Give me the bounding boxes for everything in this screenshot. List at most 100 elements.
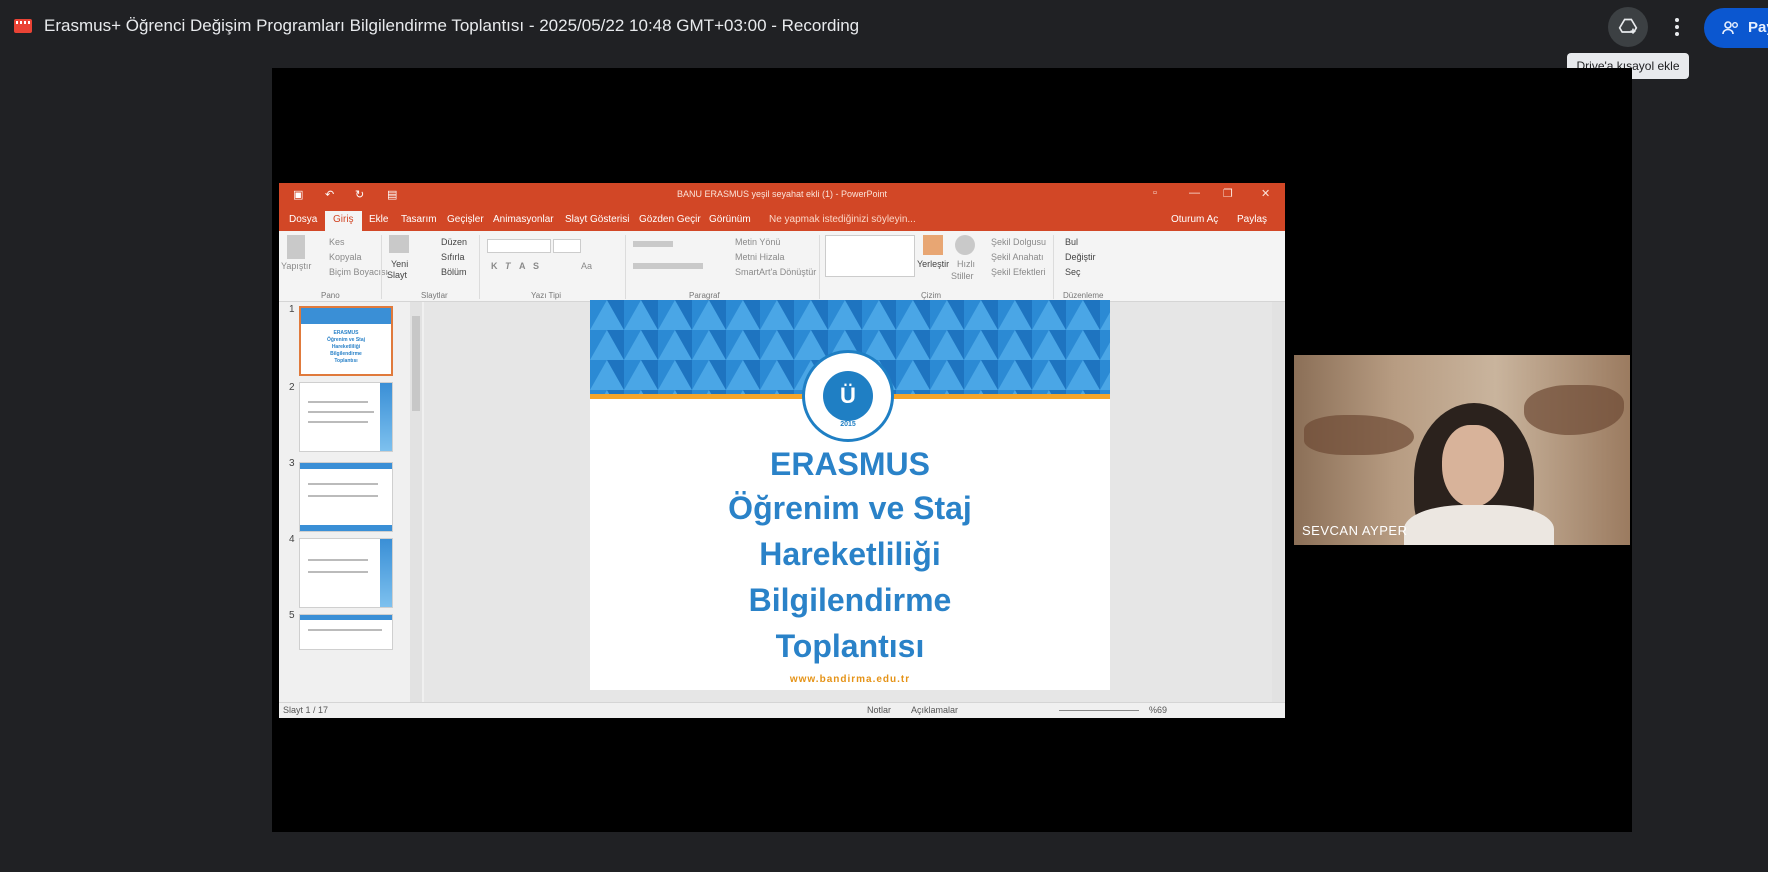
slide-thumbnail-5 <box>299 614 393 650</box>
reset-label: Sıfırla <box>441 252 465 262</box>
thumb-number: 3 <box>289 458 295 469</box>
thumb-bar <box>300 463 392 469</box>
slide-thumbnails-pane: 1 ERASMUS Öğrenim ve Staj Hareketliliği Bil… <box>279 302 424 702</box>
arrange-icon <box>923 235 943 255</box>
thumb-line <box>308 629 382 631</box>
thumb-strip <box>380 383 392 451</box>
thumb-line <box>308 495 378 497</box>
thumbnails-scrollbar <box>410 302 422 702</box>
align-text-label: Metni Hizala <box>735 252 785 262</box>
tab-tasarim: Tasarım <box>401 214 437 225</box>
thumb-number: 5 <box>289 610 295 621</box>
comments-button: Açıklamalar <box>911 705 959 715</box>
share-button-label: Payl <box>1748 19 1768 36</box>
notes-button: Notlar <box>867 705 892 715</box>
font-group-label: Yazı Tipi <box>531 291 562 300</box>
ppt-title-bar: ▣ ↶ ↻ ▤ BANU ERASMUS yeşil seyahat ekli … <box>279 183 1285 209</box>
change-case-button: Aa <box>581 261 593 271</box>
format-painter-label: Biçim Boyacısı <box>329 267 389 277</box>
thumb-bar <box>300 525 392 531</box>
ppt-ribbon: Yapıştır Kes Kopyala Biçim Boyacısı Pano… <box>279 231 1285 302</box>
participant-video-tile: SEVCAN AYPER <box>1294 355 1630 545</box>
logo-inner: Ü <box>823 371 873 421</box>
video-file-icon <box>14 19 32 33</box>
copy-label: Kopyala <box>329 252 362 262</box>
new-slide-label: Yeni <box>391 259 409 269</box>
thumb-bar <box>300 615 392 620</box>
thumb-line <box>308 559 368 561</box>
ppt-status-bar: Slayt 1 / 17 Notlar Açıklamalar %69 <box>279 702 1285 718</box>
slide-counter: Slayt 1 / 17 <box>283 705 329 715</box>
thumb-line <box>308 571 368 573</box>
tab-dosya: Dosya <box>289 214 318 225</box>
paste-label: Yapıştır <box>281 261 312 271</box>
slide-title-line-4: Bilgilendirme <box>748 582 952 618</box>
slide-scrollbar <box>1272 302 1284 702</box>
font-size-box <box>553 239 581 253</box>
find-label: Bul <box>1065 237 1079 247</box>
text-direction-label: Metin Yönü <box>735 237 781 247</box>
clipboard-group-label: Pano <box>321 291 340 300</box>
thumb-number: 2 <box>289 382 295 393</box>
smartart-label: SmartArt'a Dönüştür <box>735 267 817 277</box>
more-options-button[interactable] <box>1662 12 1692 42</box>
thumb-title-lines: ERASMUS Öğrenim ve Staj Hareketliliği Bilgi… <box>326 330 366 364</box>
shape-outline-label: Şekil Anahatı <box>991 252 1044 262</box>
more-vert-dot <box>1675 25 1679 29</box>
zoom-slider <box>1059 710 1139 711</box>
drive-add-icon <box>1618 18 1638 34</box>
cut-label: Kes <box>329 237 345 247</box>
logo-mark: Ü <box>840 383 856 408</box>
scrollbar-thumb <box>412 316 420 411</box>
underline-button: A <box>519 261 526 271</box>
close-icon: ✕ <box>1261 188 1271 200</box>
slide-thumbnail-4 <box>299 538 393 608</box>
tell-me-box: Ne yapmak istediğinizi söyleyin... <box>769 214 916 225</box>
top-bar: Erasmus+ Öğrenci Değişim Programları Bil… <box>0 0 1768 54</box>
wall-map-shape <box>1304 415 1414 455</box>
share-button[interactable]: Payl <box>1704 8 1768 48</box>
university-logo: Ü 2015 <box>802 350 894 442</box>
minimize-icon: — <box>1189 187 1200 199</box>
ppt-window-title: BANU ERASMUS yeşil seyahat ekli (1) - Po… <box>676 189 888 199</box>
tab-gorunum: Görünüm <box>709 214 751 225</box>
thumb-line <box>308 411 374 413</box>
ppt-share-link: Paylaş <box>1237 214 1268 225</box>
thumb-line <box>308 401 368 403</box>
new-slide-icon <box>389 235 409 253</box>
quick-styles-label: Hızlı <box>957 259 975 269</box>
sign-in-link: Oturum Aç <box>1171 214 1219 225</box>
maximize-icon: ❐ <box>1223 188 1233 200</box>
participant-name: SEVCAN AYPER <box>1302 523 1408 538</box>
recording-title: Erasmus+ Öğrenci Değişim Programları Bil… <box>44 16 860 35</box>
slide-title-line-1: ERASMUS <box>769 446 930 482</box>
tab-ekle: Ekle <box>369 214 389 225</box>
arrange-label: Yerleştir <box>917 259 950 269</box>
ribbon-separator <box>625 235 626 299</box>
shape-fill-label: Şekil Dolgusu <box>991 237 1047 247</box>
participant-face <box>1442 425 1504 507</box>
editing-group-label: Düzenleme <box>1063 291 1104 300</box>
bullets-icon <box>633 241 673 247</box>
font-name-box <box>487 239 551 253</box>
thumb-number: 4 <box>289 534 295 545</box>
replace-label: Değiştir <box>1065 252 1096 262</box>
add-drive-shortcut-button[interactable] <box>1608 7 1648 47</box>
paragraph-group-label: Paragraf <box>689 291 720 300</box>
ribbon-display-icon: ▫ <box>1153 187 1157 199</box>
thumb-strip <box>380 539 392 607</box>
strike-button: S <box>533 261 540 271</box>
more-vert-icon <box>1675 18 1679 22</box>
thumb-number: 1 <box>289 304 295 315</box>
ribbon-separator <box>819 235 820 299</box>
thumb-line <box>308 483 378 485</box>
thumb-banner <box>301 308 391 324</box>
select-label: Seç <box>1065 267 1081 277</box>
tab-gecisler: Geçişler <box>447 214 484 225</box>
paste-icon <box>287 235 305 259</box>
tab-slayt-gosterisi: Slayt Gösterisi <box>565 214 630 225</box>
slide-thumbnail-3 <box>299 462 393 532</box>
slide-url: www.bandirma.edu.tr <box>789 674 911 685</box>
section-label: Bölüm <box>441 267 467 277</box>
tab-animasyonlar: Animasyonlar <box>493 214 554 225</box>
